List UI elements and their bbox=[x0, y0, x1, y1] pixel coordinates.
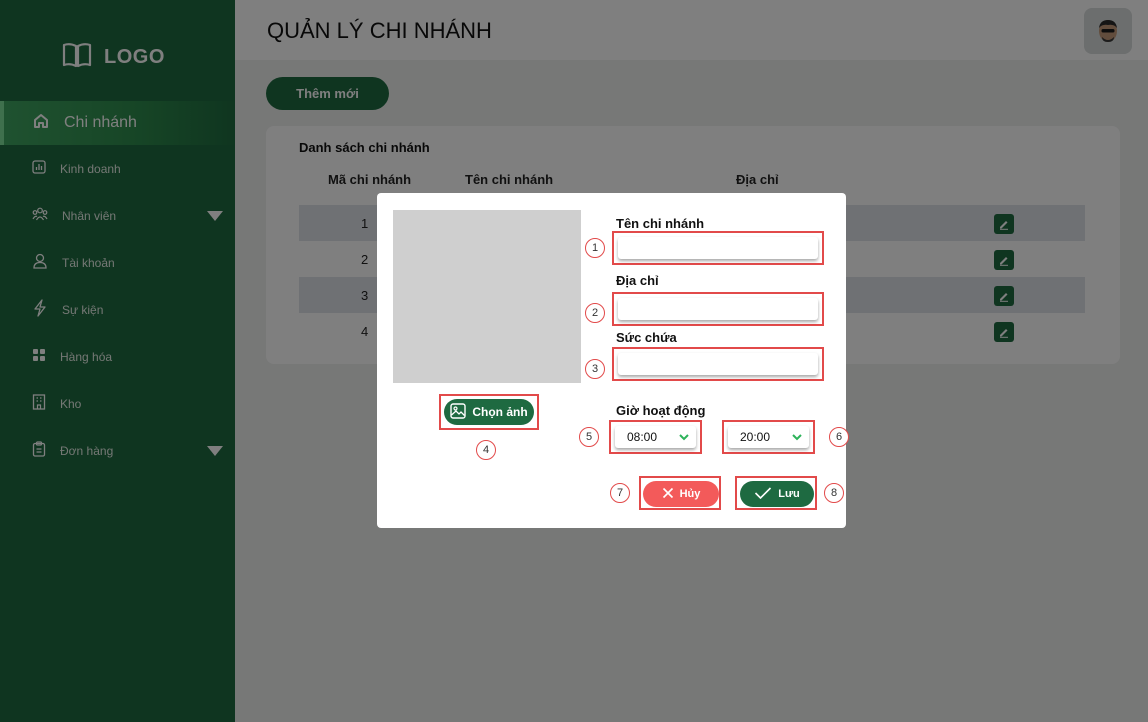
branch-form-modal: Chọn ảnh 4 Tên chi nhánh 1 Địa chỉ 2 Sức… bbox=[377, 193, 849, 528]
chevron-down-icon bbox=[791, 430, 803, 444]
open-time-annotation: 08:00 bbox=[609, 420, 702, 454]
cancel-annotation: Hủy bbox=[639, 476, 721, 510]
annotation-badge-6: 6 bbox=[829, 427, 849, 447]
annotation-badge-5: 5 bbox=[579, 427, 599, 447]
choose-image-label: Chọn ảnh bbox=[472, 405, 528, 419]
capacity-field-annotation bbox=[612, 347, 824, 381]
branch-name-input[interactable] bbox=[618, 237, 818, 259]
image-placeholder bbox=[393, 210, 581, 383]
choose-image-annotation: Chọn ảnh bbox=[439, 394, 539, 430]
close-time-annotation: 20:00 bbox=[722, 420, 815, 454]
name-label: Tên chi nhánh bbox=[616, 216, 705, 231]
image-icon bbox=[450, 402, 467, 422]
address-input[interactable] bbox=[618, 298, 818, 320]
cancel-label: Hủy bbox=[679, 488, 701, 500]
save-annotation: Lưu bbox=[735, 476, 817, 510]
capacity-label: Sức chứa bbox=[616, 330, 677, 345]
capacity-input[interactable] bbox=[618, 353, 818, 375]
annotation-badge-2: 2 bbox=[585, 303, 605, 323]
open-time-select[interactable]: 08:00 bbox=[615, 426, 696, 448]
check-icon bbox=[754, 486, 772, 502]
annotation-badge-1: 1 bbox=[585, 238, 605, 258]
annotation-badge-4: 4 bbox=[476, 440, 496, 460]
chevron-down-icon bbox=[678, 430, 690, 444]
choose-image-button[interactable]: Chọn ảnh bbox=[444, 399, 534, 425]
annotation-badge-8: 8 bbox=[824, 483, 844, 503]
cancel-button[interactable]: Hủy bbox=[643, 481, 719, 507]
annotation-badge-3: 3 bbox=[585, 359, 605, 379]
close-time-value: 20:00 bbox=[740, 430, 771, 444]
address-field-annotation bbox=[612, 292, 824, 326]
open-time-value: 08:00 bbox=[627, 430, 658, 444]
address-label: Địa chỉ bbox=[616, 273, 659, 288]
close-icon bbox=[662, 487, 674, 502]
close-time-select[interactable]: 20:00 bbox=[728, 426, 809, 448]
save-label: Lưu bbox=[778, 488, 800, 500]
save-button[interactable]: Lưu bbox=[740, 481, 814, 507]
name-field-annotation bbox=[612, 231, 824, 265]
hours-label: Giờ hoạt động bbox=[616, 403, 706, 418]
annotation-badge-7: 7 bbox=[610, 483, 630, 503]
